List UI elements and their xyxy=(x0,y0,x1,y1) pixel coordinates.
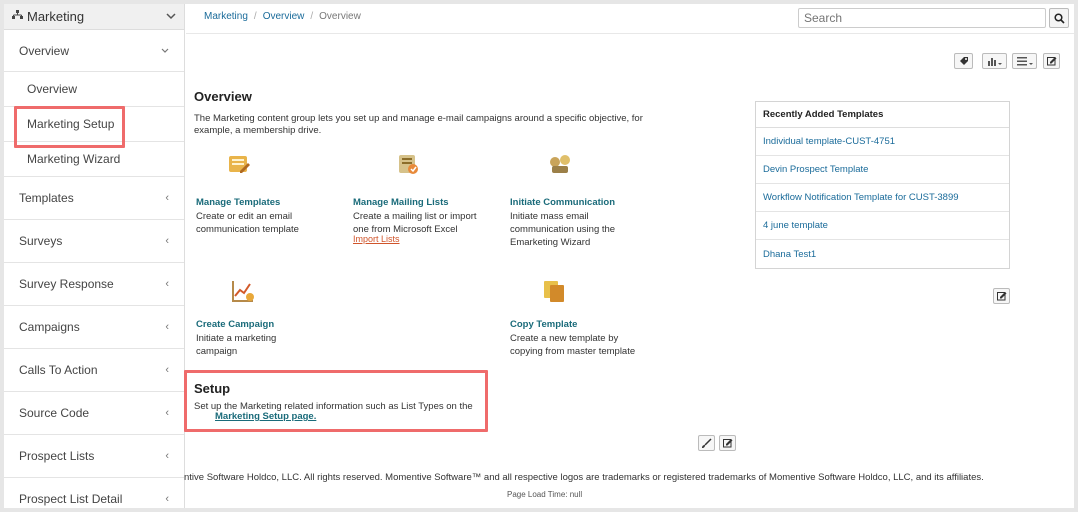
overview-description: The Marketing content group lets you set… xyxy=(194,113,643,136)
recent-template-item[interactable]: 4 june template xyxy=(756,212,1009,240)
brush-icon xyxy=(702,437,712,448)
sidebar-item-overview-group[interactable]: Overview xyxy=(4,30,184,72)
sidebar-item-templates[interactable]: Templates ‹ xyxy=(4,177,184,220)
edit-page-button[interactable] xyxy=(1043,53,1060,69)
sidebar-header[interactable]: Marketing xyxy=(4,4,184,30)
sidebar-item-label: Surveys xyxy=(19,234,63,248)
breadcrumb-overview[interactable]: Overview xyxy=(263,11,305,22)
search-icon xyxy=(1053,12,1065,24)
sidebar-item-survey-response[interactable]: Survey Response ‹ xyxy=(4,263,184,306)
footer-copyright: ntive Software Holdco, LLC. All rights r… xyxy=(184,472,984,483)
chevron-left-icon: ‹ xyxy=(165,493,169,505)
chart-menu-button[interactable] xyxy=(982,53,1007,69)
sidebar-item-label: Overview xyxy=(27,82,78,96)
tile-manage-mailing-lists: Manage Mailing Lists Create a mailing li… xyxy=(353,196,478,246)
recent-templates-title: Recently Added Templates xyxy=(756,102,1009,128)
chevron-left-icon: ‹ xyxy=(165,235,169,247)
tile-description: Create a mailing list or import one from… xyxy=(353,211,477,235)
sidebar-item-overview[interactable]: Overview xyxy=(4,72,184,107)
org-chart-icon xyxy=(12,10,23,23)
recent-template-item[interactable]: Dhana Test1 xyxy=(756,240,1009,268)
sidebar-item-campaigns[interactable]: Campaigns ‹ xyxy=(4,306,184,349)
sidebar-item-calls-to-action[interactable]: Calls To Action ‹ xyxy=(4,349,184,392)
chevron-down-icon xyxy=(161,45,169,57)
mailing-list-icon[interactable] xyxy=(395,151,421,177)
breadcrumb-marketing[interactable]: Marketing xyxy=(204,11,248,22)
overview-title: Overview xyxy=(194,89,252,104)
chevron-left-icon: ‹ xyxy=(165,407,169,419)
edit-icon xyxy=(996,292,1006,301)
tile-initiate-communication: Initiate Communication Initiate mass ema… xyxy=(510,196,630,249)
chevron-left-icon: ‹ xyxy=(165,278,169,290)
sidebar-item-label: Overview xyxy=(19,43,70,58)
edit-recent-button[interactable] xyxy=(993,288,1010,304)
communication-icon[interactable] xyxy=(547,151,573,177)
tag-icon xyxy=(959,57,968,65)
recent-template-item[interactable]: Workflow Notification Template for CUST-… xyxy=(756,184,1009,212)
recent-template-item[interactable]: Devin Prospect Template xyxy=(756,156,1009,184)
setup-title: Setup xyxy=(194,381,231,396)
sidebar-item-prospect-lists[interactable]: Prospect Lists ‹ xyxy=(4,435,184,478)
search-button[interactable] xyxy=(1049,8,1069,28)
sidebar-item-label: Prospect List Detail xyxy=(19,492,123,506)
edit-icon xyxy=(1046,57,1056,66)
search-input[interactable] xyxy=(798,8,1046,28)
tile-description: Initiate mass email communication using … xyxy=(510,211,616,248)
marketing-setup-page-link[interactable]: Marketing Setup page. xyxy=(215,411,316,422)
header-divider xyxy=(186,33,1074,34)
recent-templates-panel: Recently Added Templates Individual temp… xyxy=(755,101,1010,269)
edit-setup-button[interactable] xyxy=(719,435,736,451)
tile-copy-template: Copy Template Create a new template by c… xyxy=(510,318,650,358)
tag-button[interactable] xyxy=(954,53,973,69)
templates-icon[interactable] xyxy=(226,151,252,177)
sidebar-item-label: Marketing Wizard xyxy=(27,152,121,166)
sidebar-item-label: Templates xyxy=(19,191,74,205)
sidebar-item-label: Marketing Setup xyxy=(27,117,115,131)
chevron-left-icon: ‹ xyxy=(165,364,169,376)
tile-description: Create a new template by copying from ma… xyxy=(510,333,636,357)
list-icon xyxy=(1016,57,1033,66)
chevron-left-icon: ‹ xyxy=(165,450,169,462)
chevron-left-icon: ‹ xyxy=(165,192,169,204)
recent-template-item[interactable]: Individual template-CUST-4751 xyxy=(756,128,1009,156)
sidebar-item-prospect-list-detail[interactable]: Prospect List Detail ‹ xyxy=(4,478,184,508)
sidebar-header-label: Marketing xyxy=(27,9,85,24)
copy-template-icon[interactable] xyxy=(541,278,567,304)
chevron-down-icon[interactable] xyxy=(166,11,176,23)
sidebar-item-source-code[interactable]: Source Code ‹ xyxy=(4,392,184,435)
tile-create-campaign: Create Campaign Initiate a marketing cam… xyxy=(196,318,296,358)
tile-manage-templates: Manage Templates Create or edit an email… xyxy=(196,196,336,236)
create-campaign-link[interactable]: Create Campaign xyxy=(196,318,296,331)
manage-mailing-lists-link[interactable]: Manage Mailing Lists xyxy=(353,196,478,209)
page-load-time: Page Load Time: null xyxy=(507,490,583,499)
sidebar-item-marketing-setup[interactable]: Marketing Setup xyxy=(4,107,184,142)
list-menu-button[interactable] xyxy=(1012,53,1037,69)
manage-templates-link[interactable]: Manage Templates xyxy=(196,196,336,209)
sidebar-item-label: Source Code xyxy=(19,406,90,420)
breadcrumb: Marketing / Overview / Overview xyxy=(204,11,361,22)
breadcrumb-current: Overview xyxy=(319,11,361,22)
sidebar-item-surveys[interactable]: Surveys ‹ xyxy=(4,220,184,263)
edit-icon xyxy=(722,439,732,448)
tile-description: Initiate a marketing campaign xyxy=(196,333,277,357)
style-button[interactable] xyxy=(698,435,715,451)
campaign-icon[interactable] xyxy=(230,278,256,304)
initiate-communication-link[interactable]: Initiate Communication xyxy=(510,196,630,209)
tile-description: Create or edit an email communication te… xyxy=(196,211,299,235)
sidebar-item-label: Calls To Action xyxy=(19,363,98,377)
sidebar-item-marketing-wizard[interactable]: Marketing Wizard xyxy=(4,142,184,177)
sidebar: Marketing Overview Overview Marketing Se… xyxy=(4,4,185,508)
chevron-left-icon: ‹ xyxy=(165,321,169,333)
sidebar-item-label: Campaigns xyxy=(19,320,80,334)
bar-chart-icon xyxy=(987,58,1002,66)
sidebar-item-label: Prospect Lists xyxy=(19,449,95,463)
copy-template-link[interactable]: Copy Template xyxy=(510,318,650,331)
sidebar-item-label: Survey Response xyxy=(19,277,114,291)
page-frame: Marketing Overview Overview Marketing Se… xyxy=(4,4,1074,508)
